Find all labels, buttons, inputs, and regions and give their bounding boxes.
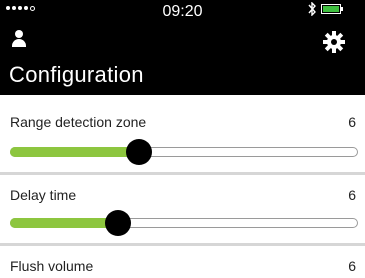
battery-icon (321, 4, 341, 14)
divider (0, 172, 365, 175)
slider-fill (10, 147, 139, 157)
slider-fill (10, 218, 118, 228)
divider (0, 243, 365, 246)
status-bar: 09:20 (0, 0, 365, 20)
slider-thumb[interactable] (105, 210, 131, 236)
setting-value-delay: 6 (348, 187, 356, 203)
page-title: Configuration (9, 62, 144, 87)
range-detection-slider[interactable] (10, 139, 360, 165)
setting-label-range: Range detection zone (10, 114, 147, 130)
app-header: 09:20 Configuration (0, 0, 365, 95)
gear-icon[interactable] (322, 30, 346, 54)
setting-value-flush: 6 (348, 258, 356, 274)
bluetooth-icon (307, 1, 317, 19)
setting-label-delay: Delay time (10, 187, 77, 203)
slider-thumb[interactable] (126, 139, 152, 165)
user-icon[interactable] (12, 30, 26, 48)
battery-tip (341, 7, 343, 11)
delay-time-slider[interactable] (10, 210, 360, 236)
setting-value-range: 6 (348, 114, 356, 130)
setting-label-flush: Flush volume (10, 258, 94, 274)
